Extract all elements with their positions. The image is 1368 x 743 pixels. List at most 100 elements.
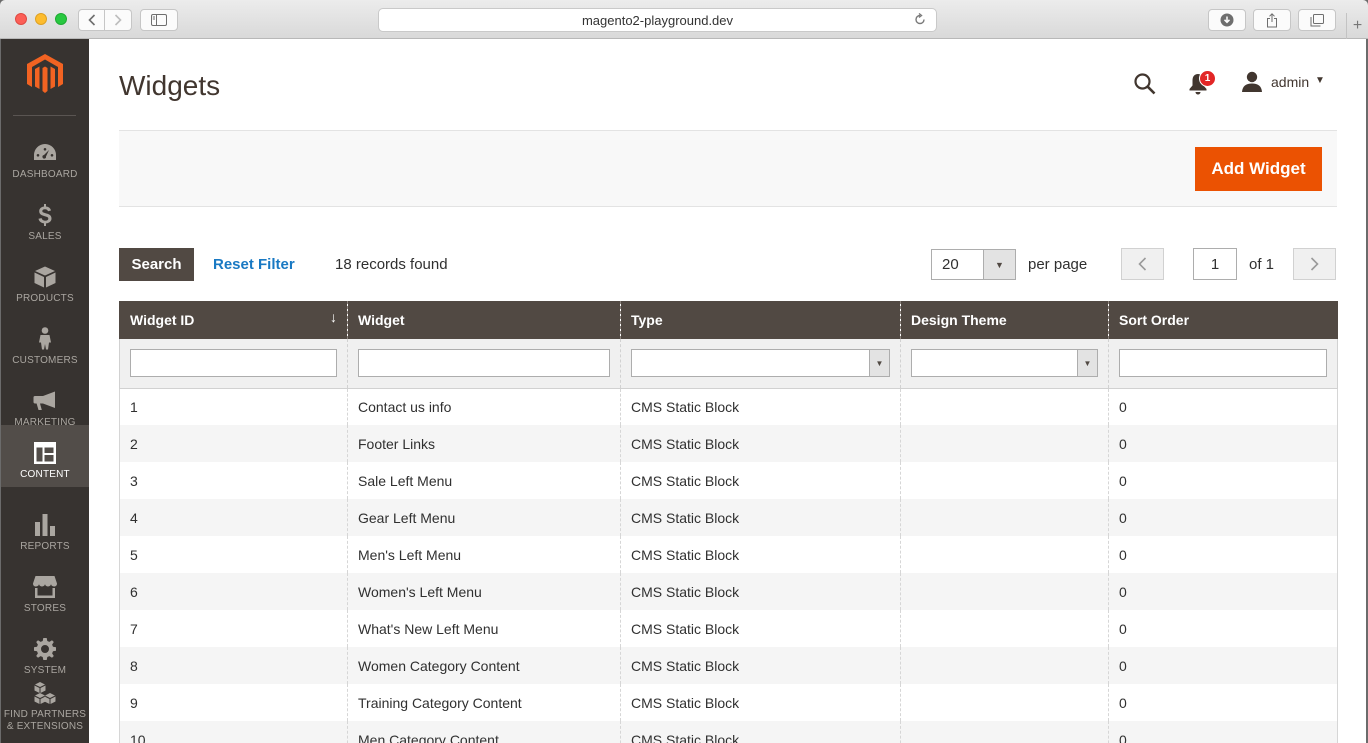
- filter-sort-order-input[interactable]: [1119, 349, 1327, 378]
- sidebar-item-stores[interactable]: STORES: [1, 559, 89, 621]
- reset-filter-link[interactable]: Reset Filter: [213, 256, 295, 273]
- table-row[interactable]: 4 Gear Left Menu CMS Static Block 0: [119, 499, 1338, 536]
- table-row[interactable]: 1 Contact us info CMS Static Block 0: [119, 388, 1338, 425]
- cell-widget: Sale Left Menu: [347, 462, 621, 499]
- cell-widget-id: 3: [119, 462, 348, 499]
- records-count: 18 records found: [335, 256, 448, 273]
- cell-design-theme: [900, 647, 1109, 684]
- history-nav: [78, 9, 132, 31]
- sidebar-toggle-button[interactable]: [140, 9, 178, 31]
- sidebar-item-products[interactable]: PRODUCTS: [1, 249, 89, 311]
- zoom-window-button[interactable]: [55, 13, 67, 25]
- sidebar-item-label: SALES: [28, 231, 62, 242]
- address-bar[interactable]: magento2-playground.dev: [378, 8, 937, 32]
- cell-widget-id: 2: [119, 425, 348, 462]
- minimize-window-button[interactable]: [35, 13, 47, 25]
- cell-type: CMS Static Block: [620, 647, 901, 684]
- close-window-button[interactable]: [15, 13, 27, 25]
- cell-design-theme: [900, 684, 1109, 721]
- logo-divider: [13, 115, 76, 116]
- notification-count-badge[interactable]: 1: [1199, 70, 1216, 87]
- tabs-icon: [1310, 13, 1324, 26]
- column-header-widget[interactable]: Widget: [347, 301, 621, 339]
- filter-design-theme-select[interactable]: ▼: [911, 349, 1098, 378]
- cell-widget-id: 1: [119, 388, 348, 425]
- sidebar-item-sales[interactable]: SALES: [1, 187, 89, 249]
- share-icon: [1267, 12, 1277, 27]
- cell-type: CMS Static Block: [620, 721, 901, 743]
- global-search-icon[interactable]: [1134, 73, 1156, 95]
- table-header-row: Widget ID ↓ Widget Type Design Theme Sort…: [119, 301, 1338, 339]
- cell-sort-order: 0: [1108, 388, 1338, 425]
- plus-icon: +: [1352, 17, 1363, 34]
- cell-widget: Training Category Content: [347, 684, 621, 721]
- sidebar-item-customers[interactable]: CUSTOMERS: [1, 311, 89, 373]
- cell-widget: Footer Links: [347, 425, 621, 462]
- column-header-sort-order[interactable]: Sort Order: [1108, 301, 1338, 339]
- column-header-widget-id[interactable]: Widget ID ↓: [119, 301, 348, 339]
- sidebar-item-label: PRODUCTS: [16, 293, 74, 304]
- tabs-overview-button[interactable]: [1298, 9, 1336, 31]
- sidebar-item-dashboard[interactable]: DASHBOARD: [1, 125, 89, 187]
- per-page-select[interactable]: 20 ▼: [931, 249, 1016, 280]
- column-header-type[interactable]: Type: [620, 301, 901, 339]
- widgets-table: Widget ID ↓ Widget Type Design Theme Sort…: [119, 301, 1338, 743]
- cell-design-theme: [900, 499, 1109, 536]
- forward-button[interactable]: [105, 9, 132, 31]
- column-header-design-theme[interactable]: Design Theme: [900, 301, 1109, 339]
- next-page-button[interactable]: [1293, 248, 1336, 280]
- chevron-right-icon: [1310, 257, 1319, 271]
- add-widget-button[interactable]: Add Widget: [1195, 147, 1322, 191]
- cell-widget: Men Category Content: [347, 721, 621, 743]
- filter-widget-input[interactable]: [358, 349, 610, 378]
- filter-widget-id-input[interactable]: [130, 349, 337, 378]
- chevron-left-icon: [1138, 257, 1147, 271]
- current-page-input[interactable]: 1: [1193, 248, 1237, 280]
- back-button[interactable]: [78, 9, 105, 31]
- cell-type: CMS Static Block: [620, 499, 901, 536]
- reload-icon[interactable]: [914, 12, 926, 29]
- cell-widget-id: 6: [119, 573, 348, 610]
- chevron-down-icon: ▼: [1077, 350, 1097, 377]
- url-text: magento2-playground.dev: [581, 12, 734, 28]
- user-menu-name[interactable]: admin: [1271, 74, 1309, 90]
- cell-sort-order: 0: [1108, 573, 1338, 610]
- table-row[interactable]: 8 Women Category Content CMS Static Block 0: [119, 647, 1338, 684]
- search-button[interactable]: Search: [119, 248, 194, 281]
- share-button[interactable]: [1253, 9, 1291, 31]
- table-row[interactable]: 10 Men Category Content CMS Static Block 0: [119, 721, 1338, 743]
- cell-widget-id: 4: [119, 499, 348, 536]
- magento-logo-icon[interactable]: [27, 54, 63, 94]
- cell-widget-id: 8: [119, 647, 348, 684]
- new-tab-button[interactable]: +: [1346, 13, 1368, 39]
- cell-type: CMS Static Block: [620, 684, 901, 721]
- sidebar-item-reports[interactable]: REPORTS: [1, 497, 89, 559]
- cell-sort-order: 0: [1108, 536, 1338, 573]
- table-row[interactable]: 5 Men's Left Menu CMS Static Block 0: [119, 536, 1338, 573]
- cell-widget: Men's Left Menu: [347, 536, 621, 573]
- user-menu-caret-icon[interactable]: ▼: [1315, 75, 1325, 86]
- chevron-down-icon[interactable]: ▼: [983, 250, 1015, 279]
- sidebar-item-find-partners[interactable]: FIND PARTNERS & EXTENSIONS: [1, 679, 89, 741]
- chevron-down-icon: ▼: [869, 350, 889, 377]
- table-row[interactable]: 6 Women's Left Menu CMS Static Block 0: [119, 573, 1338, 610]
- table-row[interactable]: 2 Footer Links CMS Static Block 0: [119, 425, 1338, 462]
- storefront-icon: [33, 575, 57, 599]
- cell-design-theme: [900, 610, 1109, 647]
- cell-widget-id: 9: [119, 684, 348, 721]
- downloads-button[interactable]: [1208, 9, 1246, 31]
- user-avatar-icon[interactable]: [1241, 71, 1263, 93]
- filter-type-select[interactable]: ▼: [631, 349, 890, 378]
- sidebar-item-system[interactable]: SYSTEM: [1, 621, 89, 683]
- cell-sort-order: 0: [1108, 684, 1338, 721]
- cell-widget: What's New Left Menu: [347, 610, 621, 647]
- cell-widget: Gear Left Menu: [347, 499, 621, 536]
- table-row[interactable]: 3 Sale Left Menu CMS Static Block 0: [119, 462, 1338, 499]
- cell-widget-id: 10: [119, 721, 348, 743]
- cell-design-theme: [900, 721, 1109, 743]
- previous-page-button[interactable]: [1121, 248, 1164, 280]
- sidebar-item-content[interactable]: CONTENT: [1, 425, 89, 487]
- sidebar-item-label: CONTENT: [20, 469, 70, 480]
- table-row[interactable]: 7 What's New Left Menu CMS Static Block 0: [119, 610, 1338, 647]
- table-row[interactable]: 9 Training Category Content CMS Static Blo…: [119, 684, 1338, 721]
